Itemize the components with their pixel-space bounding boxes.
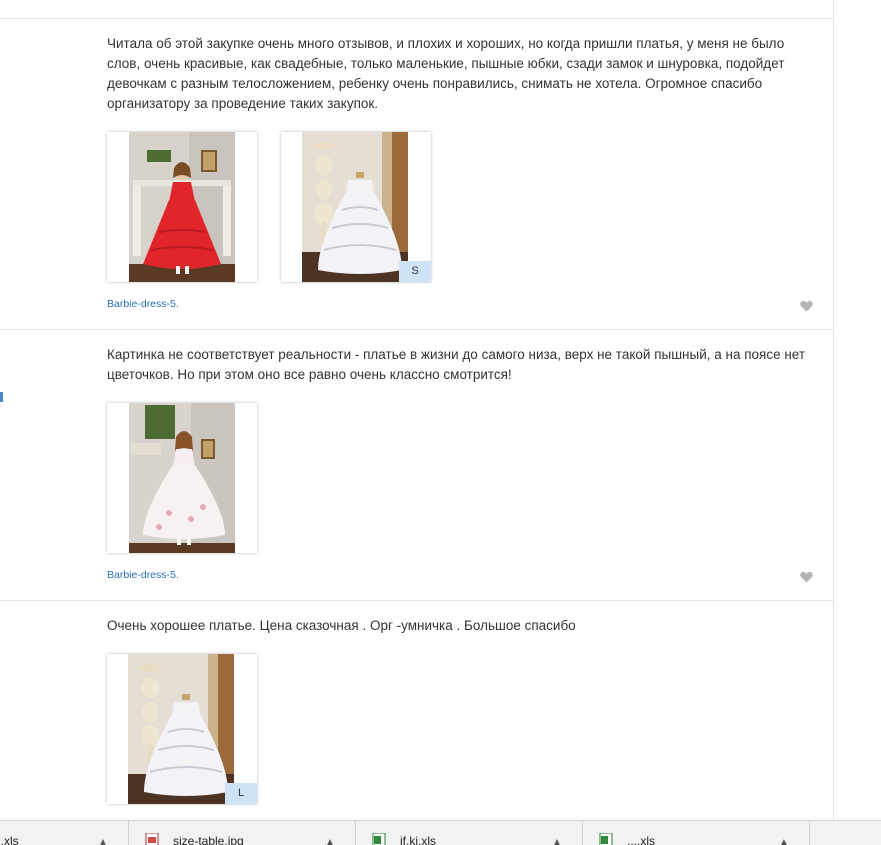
size-badge: S [399, 261, 431, 282]
girl-red-dress-photo [129, 132, 235, 282]
review-text: Картинка не соответствует реальности - п… [107, 347, 806, 382]
review-photo-thumbnail[interactable]: S [281, 132, 431, 282]
download-item[interactable]: ...xls ▲ [0, 821, 129, 845]
size-badge: L [225, 783, 257, 804]
divider [0, 18, 833, 19]
product-link[interactable]: Barbie-dress-5. [107, 569, 179, 581]
download-file-name: ...xls [0, 834, 19, 845]
download-file-name: jf.ki.xls [400, 834, 436, 845]
download-bar: ...xls ▲ size-table.jpg ▲ jf.ki.xls ▲ ..… [0, 820, 881, 845]
download-file-name: size-table.jpg [173, 834, 244, 845]
reviews-panel: Читала об этой закупке очень много отзыв… [0, 0, 834, 820]
review-photo-thumbnail[interactable] [107, 132, 257, 282]
download-item[interactable]: ....xls ▲ [583, 821, 810, 845]
heart-icon[interactable] [800, 300, 813, 312]
review-photo-thumbnail[interactable]: L [107, 654, 257, 804]
download-item[interactable]: jf.ki.xls ▲ [356, 821, 583, 845]
divider [0, 329, 833, 330]
download-item[interactable]: size-table.jpg ▲ [129, 821, 356, 845]
left-edge-marker [0, 392, 3, 402]
white-dress-mannequin-photo [128, 654, 234, 804]
heart-icon[interactable] [800, 571, 813, 583]
excel-file-icon [372, 833, 386, 845]
review-photo-thumbnail[interactable] [107, 403, 257, 553]
excel-file-icon [599, 833, 613, 845]
image-file-icon [145, 833, 159, 845]
page-right-gutter [834, 0, 881, 820]
review-text: Читала об этой закупке очень много отзыв… [107, 36, 785, 111]
download-file-name: ....xls [627, 834, 656, 845]
review-text: Очень хорошее платье. Цена сказочная . О… [107, 618, 576, 633]
white-dress-mannequin-photo [302, 132, 408, 282]
product-link[interactable]: Barbie-dress-5. [107, 298, 179, 310]
girl-white-dress-photo [129, 403, 235, 553]
divider [0, 600, 833, 601]
